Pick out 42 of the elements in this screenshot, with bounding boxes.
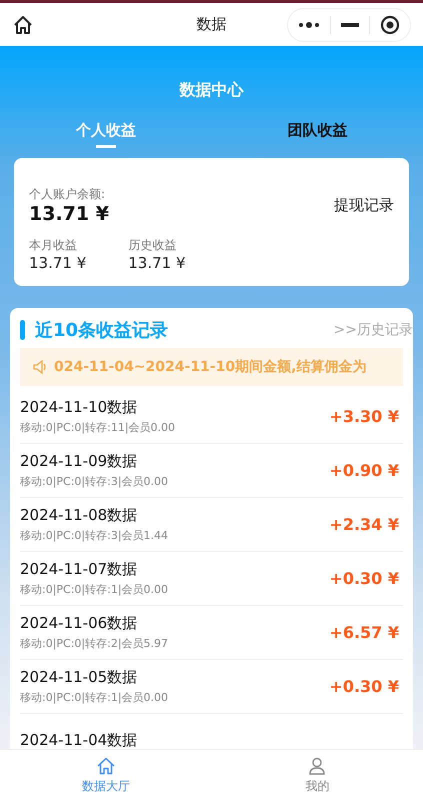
speaker-icon	[32, 359, 48, 375]
record-date: 2024-11-06数据	[20, 614, 138, 633]
record-detail: 移动:0|PC:0|转存:3|会员1.44	[20, 528, 168, 543]
stat-value: 13.71 ¥	[29, 254, 86, 272]
stat-label: 历史收益	[128, 237, 178, 254]
record-detail: 移动:0|PC:0|转存:1|会员0.00	[20, 690, 168, 705]
record-date: 2024-11-09数据	[20, 452, 138, 471]
user-icon	[307, 756, 328, 776]
record-date: 2024-11-05数据	[20, 668, 138, 687]
record-date: 2024-11-08数据	[20, 506, 138, 525]
records-title: 近10条收益记录	[35, 319, 170, 342]
record-amount: +2.34 ¥	[329, 515, 400, 534]
record-amount: +3.30 ¥	[329, 407, 400, 426]
home-icon	[96, 756, 116, 776]
notice-text: 024-11-04~2024-11-10期间金额,结算佣金为	[54, 358, 366, 376]
balance-label: 个人账户余额:	[29, 186, 106, 203]
section-title: 数据中心	[180, 80, 244, 101]
history-link[interactable]: >>历史记录	[334, 321, 413, 339]
tab[interactable]: 团队收益	[212, 121, 423, 148]
tabbar-item[interactable]: 我的	[212, 750, 423, 800]
record-date: 2024-11-10数据	[20, 398, 138, 417]
page-title: 数据	[196, 15, 226, 34]
accent-bar	[20, 320, 25, 340]
record-detail: 移动:0|PC:0|转存:11|会员0.00	[20, 420, 176, 435]
home-icon[interactable]	[12, 14, 34, 36]
balance-value: 13.71 ¥	[29, 203, 109, 225]
record-date: 2024-11-04数据	[20, 731, 138, 749]
minimize-icon[interactable]	[341, 22, 359, 26]
record-amount: +6.57 ¥	[329, 623, 400, 642]
close-icon[interactable]	[380, 14, 400, 34]
more-icon[interactable]	[298, 20, 320, 28]
record-amount: +0.30 ¥	[329, 677, 400, 696]
record-amount: +0.90 ¥	[329, 461, 400, 480]
withdraw-records-link[interactable]: 提现记录	[334, 196, 394, 215]
record-detail: 移动:0|PC:0|转存:2|会员5.97	[20, 636, 168, 651]
record-detail: 移动:0|PC:0|转存:3|会员0.00	[20, 474, 168, 489]
record-detail: 移动:0|PC:0|转存:1|会员0.00	[20, 582, 168, 597]
stat-label: 本月收益	[29, 237, 78, 254]
record-amount: +0.30 ¥	[329, 569, 400, 588]
tabbar-item[interactable]: 数据大厅	[0, 750, 212, 800]
record-date: 2024-11-07数据	[20, 560, 138, 579]
stat-value: 13.71 ¥	[128, 254, 186, 272]
